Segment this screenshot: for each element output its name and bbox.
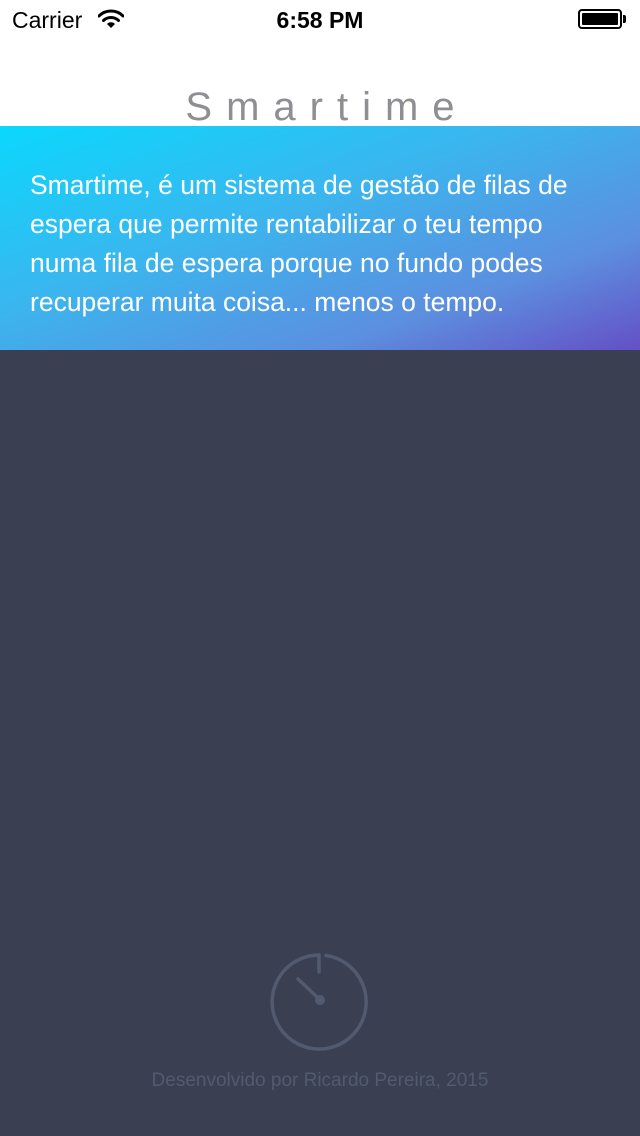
stopwatch-icon	[270, 953, 368, 1051]
status-time: 6:58 PM	[276, 7, 364, 33]
intro-text: Smartime, é um sistema de gestão de fila…	[30, 170, 568, 317]
battery-icon	[578, 9, 622, 29]
status-bar: Carrier 6:58 PM	[0, 0, 640, 40]
app-title: Smartime	[185, 84, 469, 129]
battery-level	[582, 13, 618, 25]
intro-banner: Smartime, é um sistema de gestão de fila…	[0, 126, 640, 350]
developer-credit: Desenvolvido por Ricardo Pereira, 2015	[151, 1070, 489, 1091]
navigation-bar: Smartime	[0, 40, 640, 129]
battery-tip	[623, 15, 626, 23]
